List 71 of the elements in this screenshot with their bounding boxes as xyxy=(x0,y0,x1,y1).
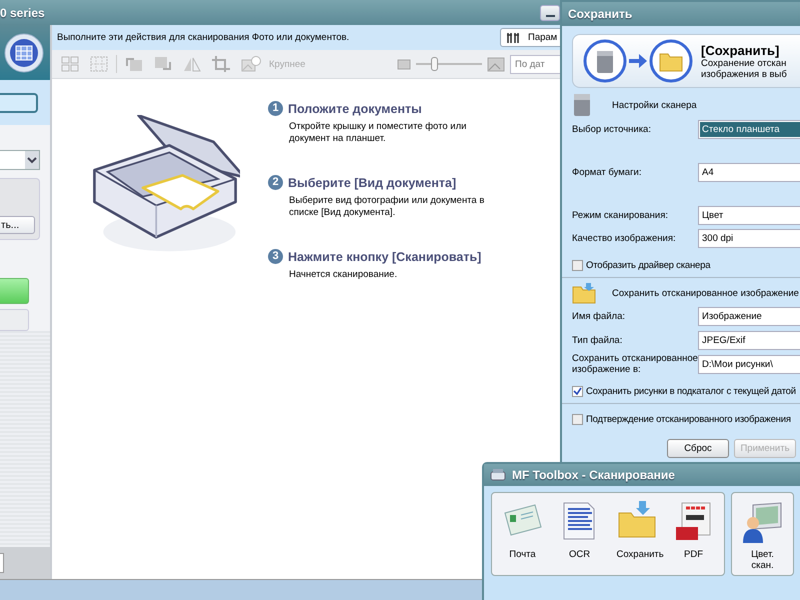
header-title: [Сохранить] xyxy=(701,42,780,58)
input-field[interactable]: D:\Мои рисунки\ xyxy=(698,354,800,374)
folder-icon xyxy=(572,282,596,304)
instruction-text: Выполните эти действия для сканирования Фото или документов. xyxy=(57,32,350,43)
select-all-icon[interactable] xyxy=(61,56,79,72)
window-title: MF Toolbox - Сканирование xyxy=(512,468,675,482)
scanner-icon xyxy=(583,39,627,83)
large-image-icon xyxy=(487,56,505,72)
step-title: Положите документы xyxy=(288,102,422,116)
dropdown[interactable] xyxy=(0,150,40,170)
step-description: Начнется сканирование. xyxy=(289,269,398,281)
mirror-icon[interactable] xyxy=(183,56,201,72)
chevron-down-icon xyxy=(25,151,39,169)
step-title: Нажмите кнопку [Сканировать] xyxy=(288,250,482,264)
tools-icon xyxy=(506,32,520,44)
toolbox-button[interactable]: Почта xyxy=(494,493,551,575)
arrow-right-icon xyxy=(629,54,647,68)
header-description: изображения в выб xyxy=(701,68,787,80)
step-description: Откройте крышку и поместите фото или документ на планшет. xyxy=(289,121,468,145)
step-number: 3 xyxy=(268,249,283,264)
small-image-icon xyxy=(397,58,411,70)
grid-icon[interactable] xyxy=(4,32,44,72)
step-title: Выберите [Вид документа] xyxy=(288,176,456,190)
button[interactable] xyxy=(0,553,4,573)
folder-icon xyxy=(649,39,693,83)
toolbox-button[interactable]: Цвет. скан. xyxy=(734,493,791,575)
checkbox[interactable] xyxy=(572,414,583,425)
toolbox-button[interactable]: PDF xyxy=(665,493,722,575)
input-field[interactable]: JPEG/Exif xyxy=(698,330,800,350)
field-label: Сохранить отсканированное изображение в: xyxy=(572,353,698,375)
minimize-button[interactable] xyxy=(540,4,560,20)
field-label: Качество изображения: xyxy=(572,233,677,244)
checkbox[interactable] xyxy=(572,386,583,397)
window-title: 0 series xyxy=(0,6,45,20)
field-label: Тип файла: xyxy=(572,334,624,346)
scanner-icon xyxy=(490,468,506,482)
button[interactable] xyxy=(0,309,29,331)
field-label: Выбор источника: xyxy=(572,124,652,135)
field-label: Имя файла: xyxy=(572,310,626,322)
dropdown[interactable]: Стекло планшета xyxy=(698,120,800,139)
rotate-left-icon[interactable] xyxy=(125,56,143,72)
image-info-icon[interactable] xyxy=(241,56,261,72)
checkbox-label: Отобразить драйвер сканера xyxy=(586,260,710,271)
dropdown[interactable]: 300 dpi xyxy=(698,229,800,248)
dropdown[interactable]: Цвет xyxy=(698,206,800,225)
input-field[interactable]: Изображение xyxy=(698,306,800,326)
dropdown[interactable]: A4 xyxy=(698,163,800,182)
rotate-right-icon[interactable] xyxy=(154,56,172,72)
header-description: Сохранение отскан xyxy=(701,58,787,68)
checkbox-label: Сохранить рисунки в подкаталог с текущей датой xyxy=(586,386,796,397)
scan-button[interactable] xyxy=(0,278,29,304)
zoom-slider[interactable] xyxy=(416,56,482,72)
toolbox-button[interactable]: OCR xyxy=(551,493,608,575)
step-description: Выберите вид фотографии или документа в списке [Вид документа]. xyxy=(289,195,486,219)
step-number: 2 xyxy=(268,175,283,190)
toolbox-button[interactable]: Сохранить xyxy=(608,493,665,575)
step-number: 1 xyxy=(268,101,283,116)
input-field[interactable] xyxy=(0,92,38,112)
section-title: Сохранить отсканированное изображение xyxy=(612,288,799,298)
browse-button[interactable]: ть... xyxy=(0,216,35,234)
slider-thumb[interactable] xyxy=(431,57,438,71)
field-label: Режим сканирования: xyxy=(572,210,670,221)
scanner-icon xyxy=(572,92,592,118)
reset-button[interactable]: Сброс xyxy=(667,439,729,458)
crop-icon[interactable] xyxy=(212,56,230,72)
checkbox-label: Подтверждение отсканированного изображения xyxy=(586,414,791,425)
zoom-label: Крупнее xyxy=(269,58,306,70)
checkbox[interactable] xyxy=(572,260,583,271)
field-label: Формат бумаги: xyxy=(572,167,642,178)
section-title: Настройки сканера xyxy=(612,100,697,110)
dialog-title: Сохранить xyxy=(568,7,632,21)
